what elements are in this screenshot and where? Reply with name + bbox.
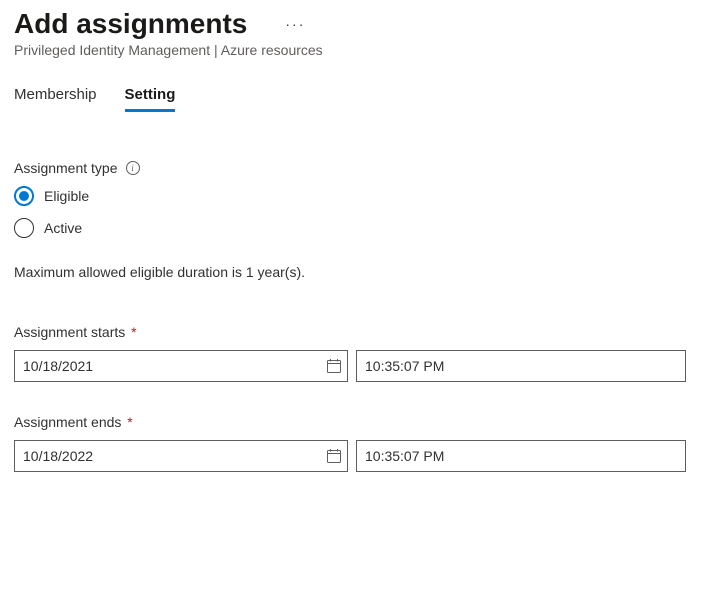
more-actions-button[interactable]: ···	[285, 16, 305, 32]
radio-active-label: Active	[44, 220, 82, 236]
radio-eligible[interactable]: Eligible	[14, 186, 702, 206]
radio-circle-icon	[14, 218, 34, 238]
calendar-icon[interactable]	[326, 448, 342, 464]
assignment-ends-label: Assignment ends *	[14, 414, 133, 430]
info-icon[interactable]: i	[126, 161, 140, 175]
radio-active[interactable]: Active	[14, 218, 702, 238]
breadcrumb: Privileged Identity Management | Azure r…	[14, 42, 702, 58]
page-title: Add assignments	[14, 8, 247, 40]
start-date-input[interactable]	[14, 350, 348, 382]
duration-note: Maximum allowed eligible duration is 1 y…	[14, 264, 702, 280]
assignment-type-label: Assignment type	[14, 160, 118, 176]
radio-eligible-label: Eligible	[44, 188, 89, 204]
tab-setting[interactable]: Setting	[125, 86, 176, 112]
tab-membership[interactable]: Membership	[14, 86, 97, 112]
end-time-input[interactable]	[356, 440, 686, 472]
start-time-input[interactable]	[356, 350, 686, 382]
assignment-starts-label: Assignment starts *	[14, 324, 137, 340]
calendar-icon[interactable]	[326, 358, 342, 374]
radio-circle-icon	[14, 186, 34, 206]
tabs: Membership Setting	[14, 86, 702, 112]
end-date-input[interactable]	[14, 440, 348, 472]
